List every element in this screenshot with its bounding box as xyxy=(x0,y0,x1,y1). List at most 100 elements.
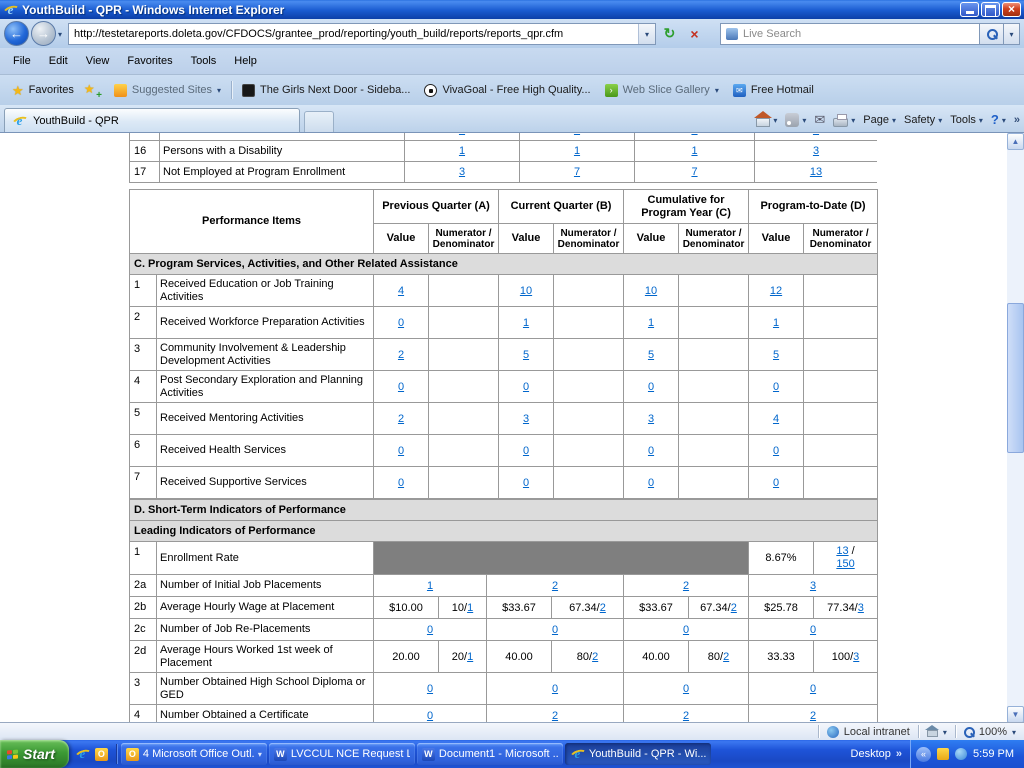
page-menu-button[interactable]: Page xyxy=(863,114,896,126)
value-link[interactable]: 2 xyxy=(552,580,558,592)
value-link[interactable]: 3 xyxy=(813,145,819,157)
safety-menu-button[interactable]: Safety xyxy=(904,114,942,126)
print-button[interactable] xyxy=(833,113,855,127)
taskbar-button[interactable]: LVCCUL NCE Request Le... xyxy=(269,743,415,765)
value-link[interactable]: 1 xyxy=(574,133,580,136)
value-link[interactable]: 0 xyxy=(427,624,433,636)
vertical-scrollbar[interactable] xyxy=(1007,133,1024,722)
tray-icon-1[interactable] xyxy=(937,748,949,760)
tray-icon-2[interactable] xyxy=(955,748,967,760)
value-link[interactable]: 2 xyxy=(683,580,689,592)
value-link[interactable]: 1 xyxy=(459,133,465,136)
value-link[interactable]: 1 xyxy=(574,145,580,157)
value-link[interactable]: 4 xyxy=(773,413,779,425)
value-link[interactable]: 0 xyxy=(523,381,529,393)
maximize-button[interactable] xyxy=(981,2,1000,17)
feeds-button[interactable] xyxy=(785,113,806,127)
address-dropdown-button[interactable] xyxy=(638,24,655,44)
value-link[interactable]: 0 xyxy=(773,381,779,393)
taskbar-button[interactable]: 4 Microsoft Office Outl... xyxy=(121,743,267,765)
recent-pages-dropdown[interactable] xyxy=(58,28,62,40)
scroll-down-arrow[interactable] xyxy=(1007,706,1024,722)
value-link[interactable]: 2 xyxy=(600,602,606,614)
favorites-button[interactable]: Favorites xyxy=(5,80,81,101)
favorites-bar-item[interactable]: The Girls Next Door - Sideba... xyxy=(235,80,417,101)
value-link[interactable]: 0 xyxy=(810,624,816,636)
favorites-bar-item[interactable]: Web Slice Gallery xyxy=(598,80,726,101)
value-link[interactable]: 1 xyxy=(691,145,697,157)
value-link[interactable]: 1 xyxy=(523,317,529,329)
value-link[interactable]: 1 xyxy=(467,602,473,614)
value-link[interactable]: 1 xyxy=(459,145,465,157)
quick-launch-outlook-icon[interactable] xyxy=(95,748,108,761)
forward-button[interactable] xyxy=(31,21,56,46)
value-link[interactable]: 7 xyxy=(691,166,697,178)
search-button[interactable] xyxy=(980,23,1004,45)
favorites-bar-item[interactable]: VivaGoal - Free High Quality... xyxy=(417,80,597,101)
value-link[interactable]: 2 xyxy=(683,710,689,722)
value-link[interactable]: 3 xyxy=(858,602,864,614)
value-link[interactable]: 2 xyxy=(398,349,404,361)
value-link[interactable]: 3 xyxy=(810,580,816,592)
value-link[interactable]: 0 xyxy=(810,683,816,695)
value-link[interactable]: 0 xyxy=(552,683,558,695)
tray-collapse-button[interactable] xyxy=(916,747,931,762)
menu-favorites[interactable]: Favorites xyxy=(118,52,181,70)
value-link[interactable]: 2 xyxy=(552,710,558,722)
menu-file[interactable]: File xyxy=(4,52,40,70)
address-url[interactable]: http://testetareports.doleta.gov/CFDOCS/… xyxy=(69,28,638,40)
value-link[interactable]: 13 xyxy=(810,166,822,178)
value-link[interactable]: 1 xyxy=(467,651,473,663)
value-link[interactable]: 1 xyxy=(427,580,433,592)
value-link[interactable]: 12 xyxy=(770,285,782,297)
refresh-button[interactable] xyxy=(658,22,681,45)
value-link[interactable]: 13 xyxy=(836,545,848,557)
search-options-dropdown[interactable] xyxy=(1004,23,1020,45)
address-bar[interactable]: http://testetareports.doleta.gov/CFDOCS/… xyxy=(68,23,656,45)
value-link[interactable]: 0 xyxy=(648,477,654,489)
desktop-toolbar[interactable]: Desktop xyxy=(843,748,910,760)
value-link[interactable]: 0 xyxy=(648,445,654,457)
value-link[interactable]: 2 xyxy=(810,710,816,722)
value-link[interactable]: 5 xyxy=(773,349,779,361)
value-link[interactable]: 3 xyxy=(813,133,819,136)
value-link[interactable]: 2 xyxy=(731,602,737,614)
value-link[interactable]: 0 xyxy=(773,477,779,489)
scrollbar-thumb[interactable] xyxy=(1007,303,1024,453)
menu-tools[interactable]: Tools xyxy=(182,52,226,70)
search-input[interactable]: Live Search xyxy=(720,23,980,45)
value-link[interactable]: 0 xyxy=(398,317,404,329)
value-link[interactable]: 1 xyxy=(773,317,779,329)
value-link[interactable]: 1 xyxy=(691,133,697,136)
value-link[interactable]: 2 xyxy=(398,413,404,425)
value-link[interactable]: 0 xyxy=(427,683,433,695)
menu-edit[interactable]: Edit xyxy=(40,52,77,70)
stop-button[interactable] xyxy=(683,22,706,45)
close-button[interactable] xyxy=(1002,2,1021,17)
favorites-bar-item[interactable]: Free Hotmail xyxy=(726,80,821,101)
value-link[interactable]: 0 xyxy=(398,477,404,489)
value-link[interactable]: 0 xyxy=(683,624,689,636)
menu-help[interactable]: Help xyxy=(225,52,266,70)
scroll-up-arrow[interactable] xyxy=(1007,133,1024,150)
value-link[interactable]: 3 xyxy=(523,413,529,425)
value-link[interactable]: 0 xyxy=(683,683,689,695)
menu-view[interactable]: View xyxy=(77,52,119,70)
value-link[interactable]: 5 xyxy=(523,349,529,361)
quick-launch-ie-icon[interactable] xyxy=(75,747,90,761)
new-tab-button[interactable] xyxy=(304,111,334,132)
back-button[interactable] xyxy=(4,21,29,46)
value-link[interactable]: 3 xyxy=(853,651,859,663)
value-link[interactable]: 0 xyxy=(398,445,404,457)
tools-menu-button[interactable]: Tools xyxy=(950,114,983,126)
value-link[interactable]: 3 xyxy=(648,413,654,425)
taskbar-button[interactable]: Document1 - Microsoft ... xyxy=(417,743,563,765)
home-button[interactable] xyxy=(756,112,777,127)
help-menu-button[interactable] xyxy=(991,112,1006,127)
value-link[interactable]: 5 xyxy=(648,349,654,361)
value-link[interactable]: 150 xyxy=(836,558,854,570)
read-mail-button[interactable] xyxy=(814,113,825,126)
status-page-section[interactable] xyxy=(919,723,955,740)
value-link[interactable]: 0 xyxy=(398,381,404,393)
start-button[interactable]: Start xyxy=(0,740,69,768)
